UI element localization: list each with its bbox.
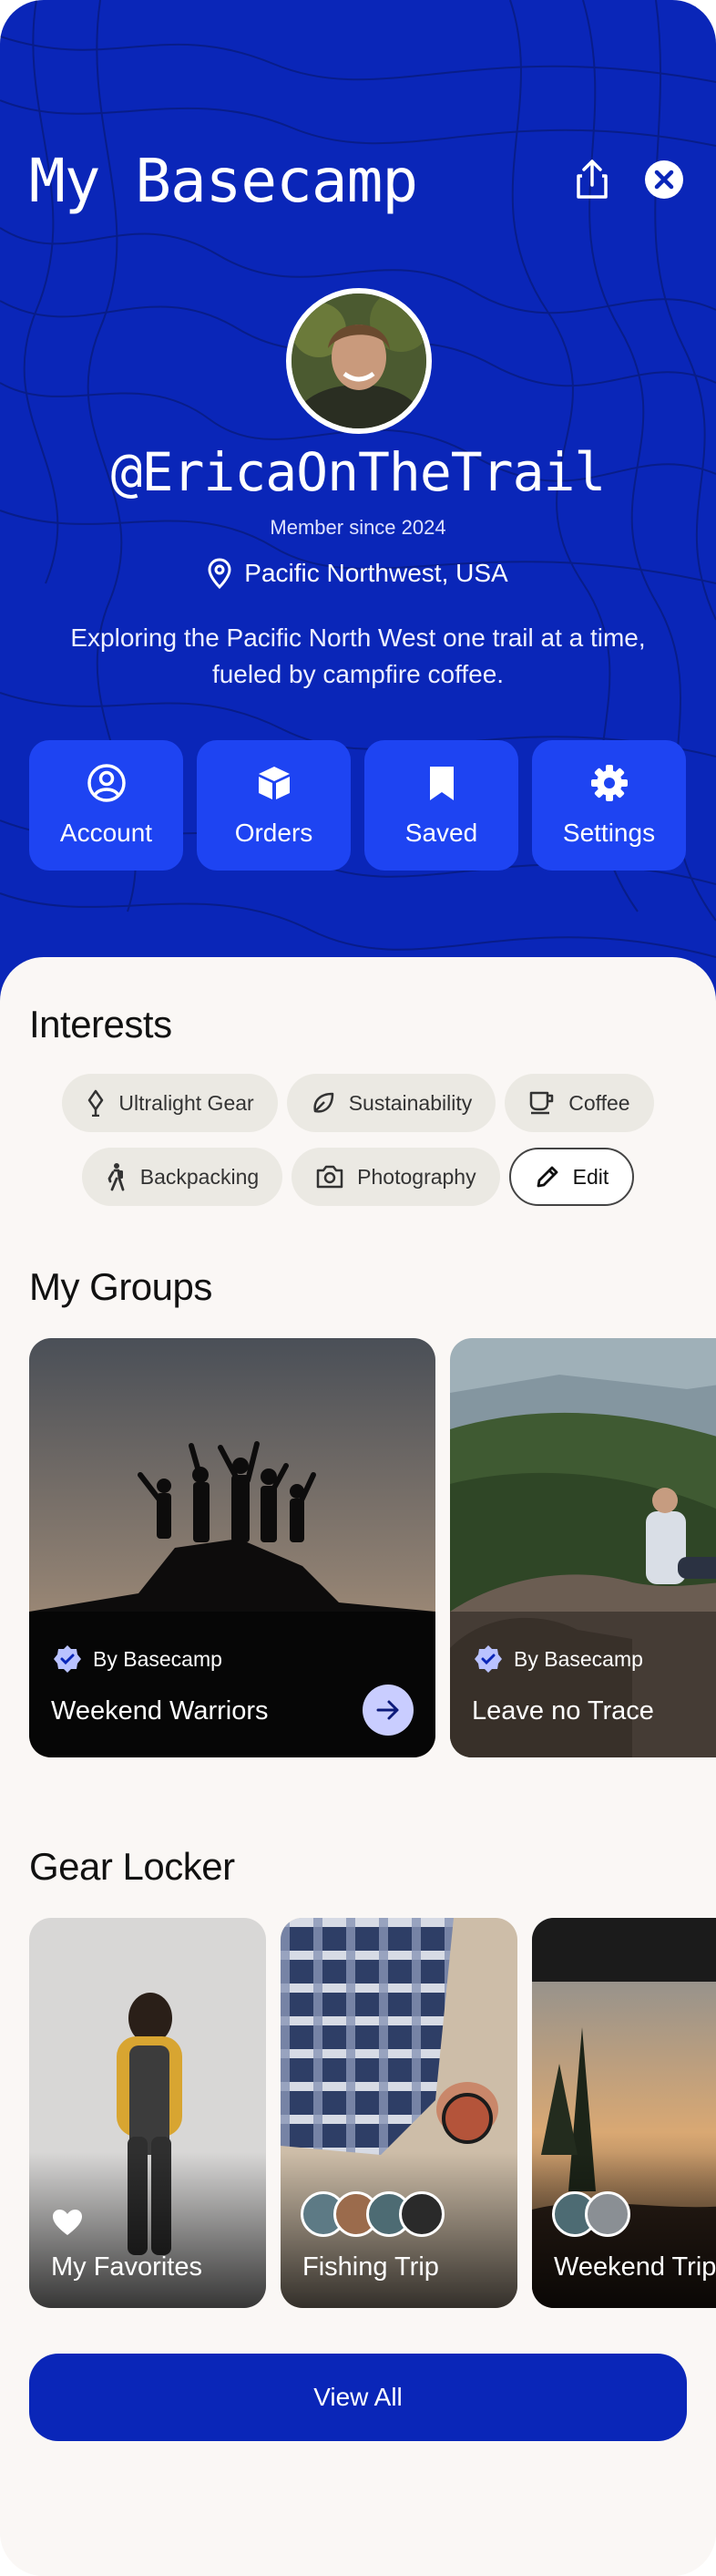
account-circle-icon [87,763,126,802]
chip-photography[interactable]: Photography [292,1148,500,1206]
group-name: Leave no Trace [472,1696,654,1726]
coffee-cup-icon [529,1091,554,1115]
chip-label: Ultralight Gear [118,1090,254,1115]
location: Pacific Northwest, USA [0,558,716,589]
bookmark-icon [429,766,454,800]
verified-badge-icon [475,1645,502,1673]
tile-label: Orders [234,818,313,847]
verified-badge-icon [54,1645,81,1673]
share-button[interactable] [569,157,615,202]
gear-list-weekend-trip[interactable]: Weekend Trip [532,1918,716,2308]
interest-chips-row-2: Backpacking Photography Edit [0,1148,716,1206]
gear-list-label: My Favorites [51,2252,202,2282]
map-pin-icon [208,558,231,589]
group-name: Weekend Warriors [51,1696,269,1726]
chip-label: Photography [357,1164,476,1189]
chip-backpacking[interactable]: Backpacking [81,1148,283,1206]
chip-label: Sustainability [348,1090,473,1115]
participant-avatars [301,2191,445,2237]
edit-interests-button[interactable]: Edit [508,1148,635,1206]
account-tile[interactable]: Account [29,740,183,871]
group-publisher: By Basecamp [53,1644,222,1674]
gear-list-fishing-trip[interactable]: Fishing Trip [281,1918,517,2308]
username: @EricaOnTheTrail [110,441,607,503]
settings-tile[interactable]: Settings [532,740,686,871]
chip-label: Backpacking [139,1164,260,1189]
tile-label: Account [59,818,153,847]
open-group-button[interactable] [363,1685,414,1736]
tile-label: Saved [404,818,478,847]
avatar [399,2191,445,2237]
arrow-right-icon [376,1700,399,1720]
groups-carousel[interactable]: By Basecamp Weekend Warriors By Basecamp… [29,1338,716,1757]
gear-list-photo [281,1918,517,2308]
gear-list-photo [29,1918,266,2308]
avatar [585,2191,630,2237]
page-title: My Basecamp [29,146,418,216]
hiker-icon [107,1163,125,1191]
groups-title: My Groups [29,1265,212,1308]
close-icon [645,160,683,199]
package-icon [258,766,290,799]
chip-coffee[interactable]: Coffee [505,1074,654,1132]
profile-photo [292,294,426,428]
orders-tile[interactable]: Orders [197,740,351,871]
camera-icon [316,1165,343,1189]
profile-header: My Basecamp @EricaOnTheTrail Member sinc… [0,0,716,1012]
group-publisher: By Basecamp [474,1644,643,1674]
avatar[interactable] [286,288,432,434]
chip-ultralight-gear[interactable]: Ultralight Gear [62,1074,278,1132]
heart-icon [53,2210,82,2235]
gear-list-label: Weekend Trip [554,2252,716,2282]
group-by-label: By Basecamp [514,1646,643,1671]
gear-icon [590,764,628,801]
gear-list-my-favorites[interactable]: My Favorites [29,1918,266,2308]
saved-tile[interactable]: Saved [364,740,518,871]
close-button[interactable] [641,157,687,202]
pencil-icon [537,1166,558,1188]
interest-chips-row-1: Ultralight Gear Sustainability Coffee [0,1074,716,1132]
tile-label: Settings [562,818,656,847]
chip-sustainability[interactable]: Sustainability [286,1074,496,1132]
gear-locker-title: Gear Locker [29,1845,235,1888]
edit-label: Edit [572,1164,609,1189]
leaf-icon [313,1092,333,1113]
member-since: Member since 2024 [270,516,446,539]
location-text: Pacific Northwest, USA [244,559,508,587]
interests-title: Interests [29,1003,172,1046]
gear-locker-carousel[interactable]: My Favorites Fishing Trip Weekend Trip [29,1918,716,2308]
bio: Exploring the Pacific North West one tra… [70,623,646,688]
group-card-weekend-warriors[interactable]: By Basecamp Weekend Warriors [29,1338,435,1757]
screen: My Basecamp @EricaOnTheTrail Member sinc… [0,0,716,2576]
quick-actions: Account Orders Saved Settings [29,740,686,871]
chip-label: Coffee [568,1090,630,1115]
group-card-leave-no-trace[interactable]: By Basecamp Leave no Trace [450,1338,716,1757]
share-icon [577,160,608,199]
group-by-label: By Basecamp [93,1646,222,1671]
gear-list-label: Fishing Trip [302,2252,439,2282]
view-all-button[interactable]: View All [29,2354,687,2441]
feather-icon [88,1089,104,1117]
group-photo [450,1338,716,1757]
gear-list-photo [532,1918,716,2308]
participant-avatars [552,2191,630,2237]
